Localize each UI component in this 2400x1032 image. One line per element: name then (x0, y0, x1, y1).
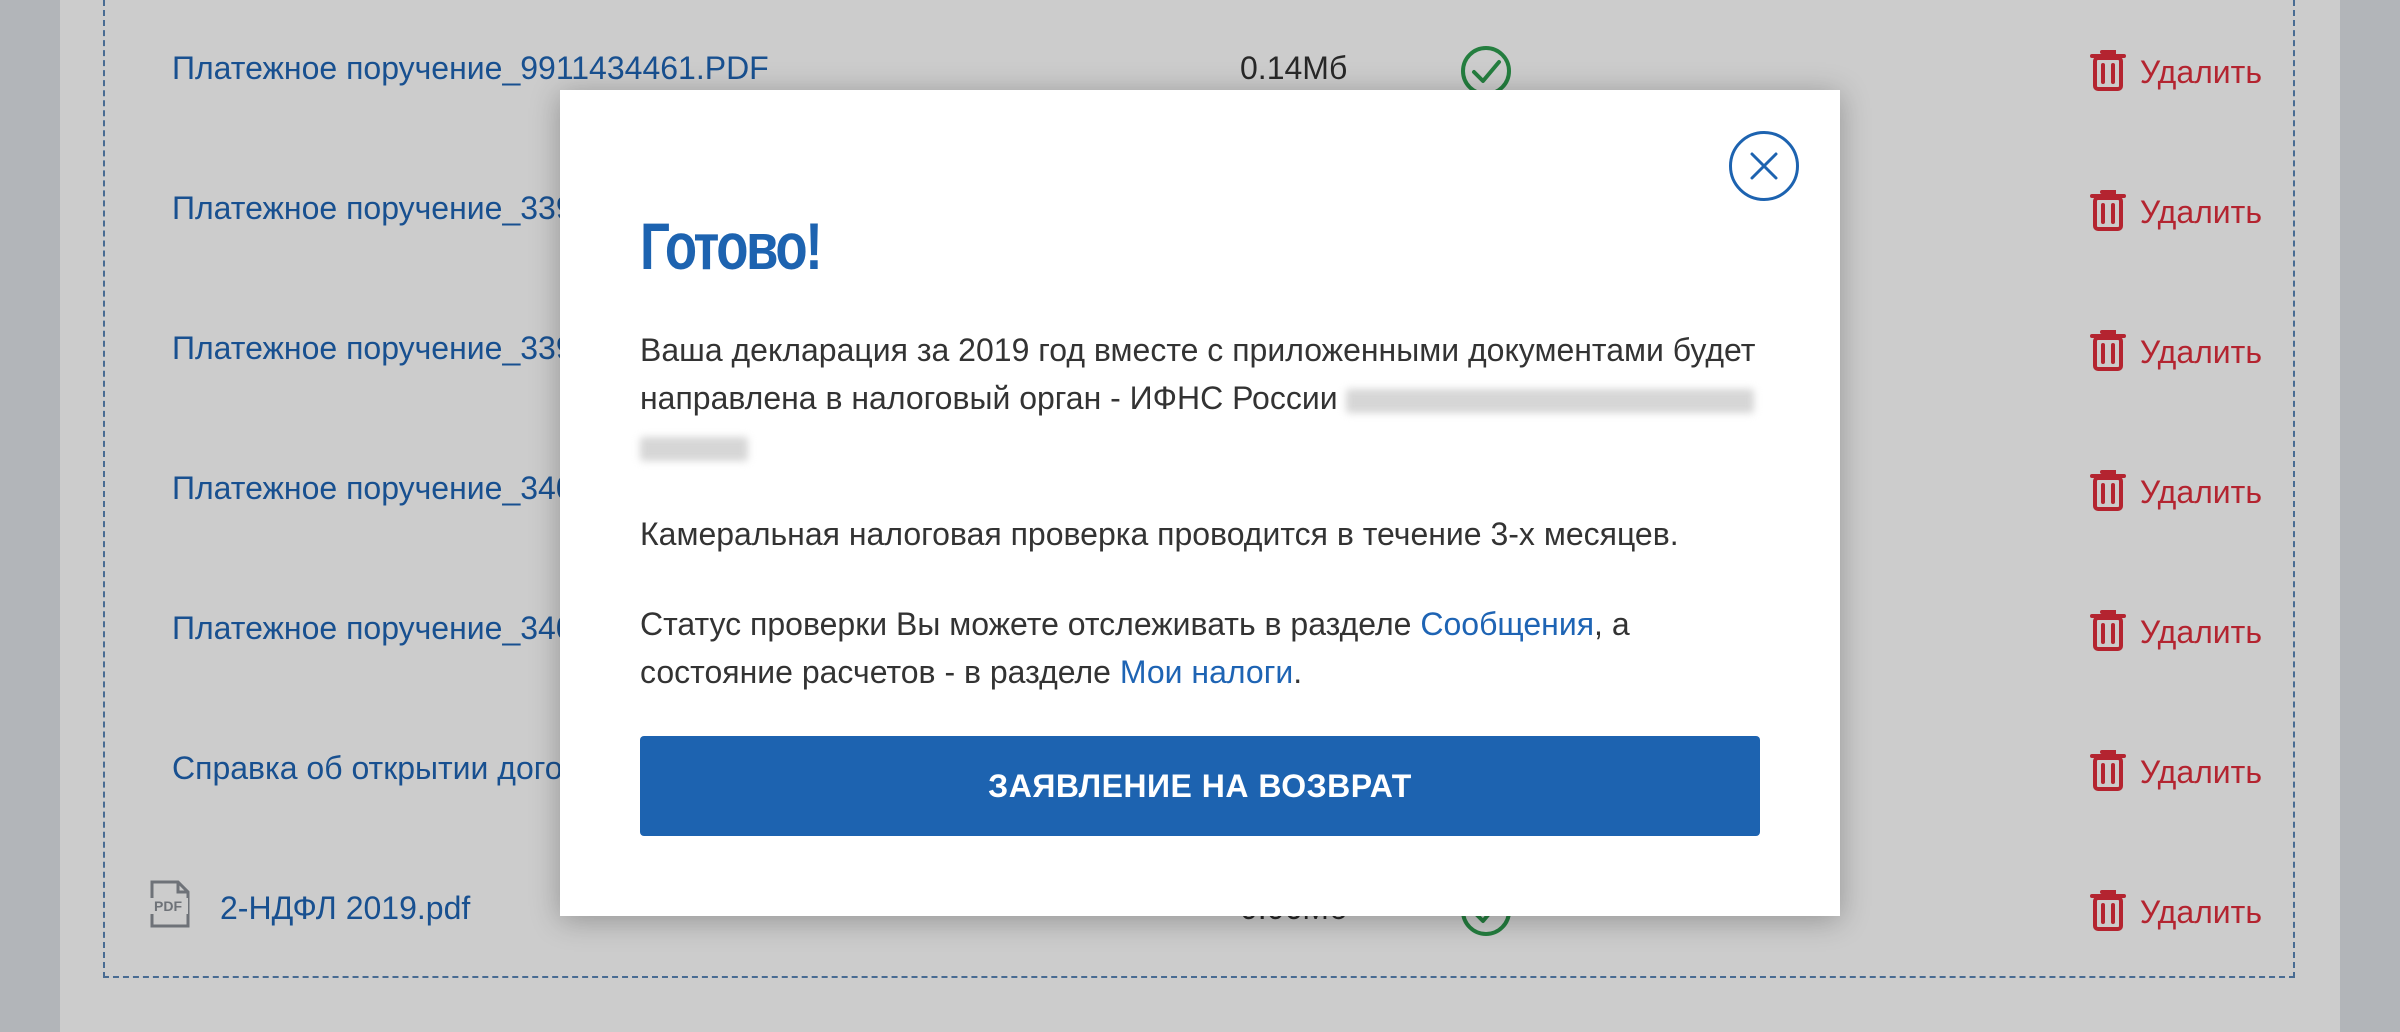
redacted-office-name (1346, 388, 1755, 413)
messages-link[interactable]: Сообщения (1420, 606, 1594, 642)
redacted-office-name (640, 436, 748, 461)
close-button[interactable] (1728, 130, 1800, 202)
status-info-part: . (1293, 654, 1303, 690)
modal-title: Готово! (640, 209, 823, 283)
my-taxes-link[interactable]: Мои налоги (1120, 654, 1293, 690)
status-info-text: Статус проверки Вы можете отслеживать в … (640, 600, 1760, 696)
success-modal: Готово! Ваша декларация за 2019 год вмес… (560, 90, 1840, 916)
status-info-part: Статус проверки Вы можете отслеживать в … (640, 606, 1421, 642)
declaration-message: Ваша декларация за 2019 год вместе с при… (640, 326, 1760, 470)
close-icon (1728, 131, 1800, 206)
audit-period-text: Камеральная налоговая проверка проводитс… (640, 516, 1679, 552)
refund-application-button[interactable]: ЗАЯВЛЕНИЕ НА ВОЗВРАТ (640, 736, 1760, 836)
